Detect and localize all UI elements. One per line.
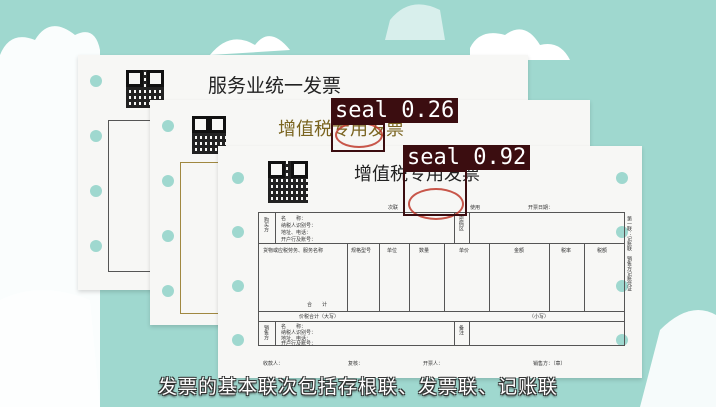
detection-score: 0.92 [473,145,527,170]
punch-hole [162,285,174,297]
invoice-back-title: 服务业统一发票 [208,75,342,97]
total-label: 合 计 [307,302,328,308]
punch-hole [232,280,244,292]
invoice-table: 购买方 名 称： 纳税人识别号： 地址、电话： 开户行及账号： 密码区 货物或应… [258,212,625,347]
column-header: 规格型号 [351,248,372,254]
seller-label: 销售方 [263,325,269,340]
date-label: 开票日期： [528,205,554,211]
detection-label: seal 0.92 [403,145,531,170]
punch-hole [232,226,244,238]
remark-label: 备注 [458,325,464,335]
column-header: 金额 [514,248,525,254]
password-area-label: 密码区 [458,216,464,231]
buyer-field: 开户行及账号： [281,237,317,243]
use-label: 使用 [470,205,481,211]
video-caption: 发票的基本联次包括存根联、发票联、记账联 [157,376,558,398]
seller-field: 开户行及账号： [281,341,317,347]
column-header: 税额 [597,248,608,254]
punch-hole [90,130,102,142]
footer-label: 销售方：（章） [533,361,566,367]
buyer-field: 名 称： [281,216,307,222]
punch-hole [232,172,244,184]
punch-hole [232,334,244,346]
footer-label: 复核： [348,361,364,367]
column-header: 单价 [459,248,470,254]
video-frame: 服务业统一发票 增值税专用发票 增值税专用发票 次联 使用 开票日期： 购买方 … [0,0,716,407]
column-header: 数量 [419,248,430,254]
punch-hole [90,75,102,87]
column-header: 货物或应税劳务、服务名称 [263,248,324,254]
detection-score: 0.26 [401,98,455,123]
footer-label: 收款人： [263,361,284,367]
copy-side-text: 第一联：记账联 销售方记账凭证 [626,216,632,291]
qr-code [268,161,308,203]
detection-box [403,170,467,216]
buyer-label: 购买方 [263,217,269,232]
buyer-field: 地址、电话： [281,230,312,236]
punch-hole [90,240,102,252]
footer-label: 开票人： [423,361,444,367]
punch-hole [162,175,174,187]
small-amount-label: （小写） [529,314,550,320]
detection-label: seal 0.26 [331,98,459,123]
detection-class: seal [407,145,460,170]
total-tax-label: 价税合计（大写） [299,314,340,320]
column-header: 税率 [561,248,572,254]
detection-class: seal [335,98,388,123]
column-header: 单位 [387,248,398,254]
copy-label: 次联 [388,205,399,211]
detection-box [331,123,385,152]
punch-hole [162,120,174,132]
punch-hole [162,230,174,242]
punch-hole [616,172,628,184]
buyer-field: 纳税人识别号： [281,223,317,229]
punch-hole [90,185,102,197]
